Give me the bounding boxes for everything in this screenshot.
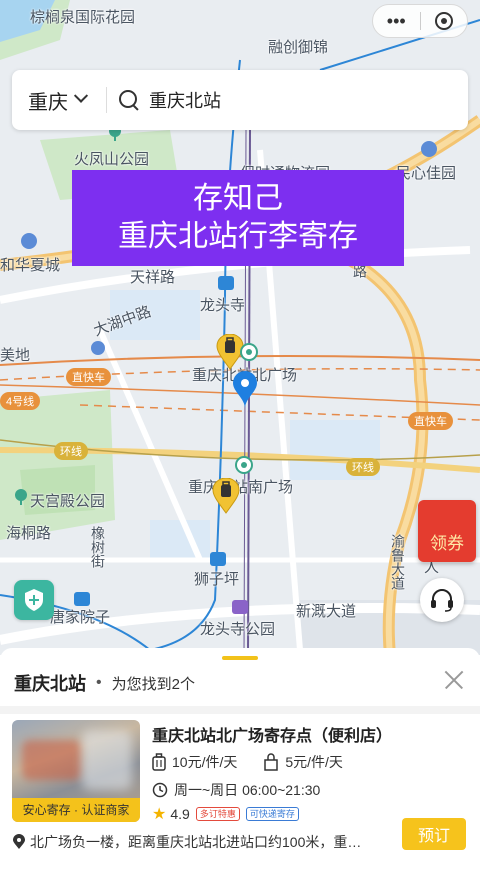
section-divider [0, 706, 480, 714]
promo-tag: 多订特惠 [195, 807, 240, 821]
map-label: 重庆北站南广场 [188, 479, 294, 496]
shield-icon [25, 589, 43, 611]
price-small-text: 5元/件/天 [285, 754, 343, 770]
map-label: 天祥路 [130, 269, 176, 286]
location-icon [13, 834, 25, 849]
metro-station-icon [210, 552, 226, 566]
map-label: 融创御锦 [268, 39, 329, 56]
place-icon [421, 141, 437, 157]
banner-subtitle: 重庆北站行李寄存 [118, 219, 358, 254]
service-tag: 可快递寄存 [245, 807, 299, 821]
place-icon [21, 233, 37, 249]
map-label: 天宫殿公园 [30, 493, 106, 510]
storage-marker-south[interactable] [212, 478, 240, 514]
price-large-text: 10元/件/天 [172, 754, 238, 770]
address-row: 北广场负一楼，距离重庆北站北进站口约100米，重… [12, 832, 372, 852]
price-small-luggage: 5元/件/天 [263, 752, 343, 772]
coupon-button[interactable]: 领券 [418, 500, 476, 562]
map-label: 和华夏城 [0, 257, 61, 274]
store-thumbnail: 安心寄存 · 认证商家 [12, 720, 140, 822]
close-miniprogram-icon[interactable] [421, 5, 468, 37]
rating-row: ★ 4.9 多订特惠 可快递寄存 [152, 804, 299, 824]
park-icon [15, 489, 27, 505]
more-icon[interactable]: ••• [373, 5, 420, 37]
business-hours: 周一~周日 06:00~21:30 [174, 782, 321, 798]
certified-badge: 安心寄存 · 认证商家 [12, 798, 140, 822]
hours-row: 周一~周日 06:00~21:30 [152, 780, 320, 800]
store-address: 北广场负一楼，距离重庆北站北进站口约100米，重… [30, 834, 362, 850]
headset-icon [431, 589, 453, 612]
map-label: 唐家院子 [50, 609, 111, 626]
safety-button[interactable] [14, 580, 54, 620]
customer-service-button[interactable] [420, 578, 464, 622]
road-badge: 环线 [54, 442, 88, 460]
place-icon [91, 341, 105, 355]
map-label: 民心佳园 [396, 165, 457, 182]
road-badge: 直快车 [66, 368, 111, 386]
price-row: 10元/件/天 5元/件/天 [152, 752, 369, 772]
miniprogram-capsule: ••• [372, 4, 468, 38]
map-view[interactable]: 棕榈泉国际花园 融创御锦 火凤山公园 保时通物流园 民心佳园 和华夏城 天祥路 … [0, 0, 480, 655]
store-card[interactable]: 安心寄存 · 认证商家 重庆北站北广场寄存点（便利店） 10元/件/天 5元/件… [0, 714, 480, 872]
results-count: 为您找到2个 [111, 675, 195, 693]
road-badge: 4号线 [0, 392, 41, 410]
map-label: 橡树街 [90, 526, 106, 568]
chevron-down-icon [73, 88, 89, 103]
store-name: 重庆北站北广场寄存点（便利店） [152, 728, 393, 745]
search-divider [106, 87, 107, 113]
metro-station-icon [235, 456, 253, 474]
city-selector[interactable]: 重庆 [28, 86, 89, 115]
map-label: 新溉大道 [296, 603, 357, 620]
promo-banner: 存知己 重庆北站行李寄存 [72, 170, 404, 266]
map-label: 火凤山公园 [74, 151, 150, 168]
search-icon [119, 90, 139, 110]
map-label: 渝鲁大道 [390, 534, 406, 590]
results-title: 重庆北站 [14, 674, 86, 694]
coupon-label: 领券 [430, 534, 464, 553]
current-location-pin-icon [233, 371, 257, 409]
metro-station-icon [232, 600, 248, 614]
star-icon: ★ [152, 806, 167, 823]
results-sheet: 重庆北站 • 为您找到2个 安心寄存 · 认证商家 重庆北站北广场寄存点（便利店… [0, 648, 480, 872]
rating-value: 4.9 [170, 806, 190, 822]
results-header: 重庆北站 • 为您找到2个 [14, 670, 195, 696]
road-badge: 环线 [346, 458, 380, 476]
book-button[interactable]: 预订 [402, 818, 466, 850]
metro-station-icon [74, 592, 90, 606]
bag-icon [264, 753, 279, 771]
metro-station-icon [240, 343, 258, 361]
search-input[interactable]: 重庆北站 [149, 87, 221, 113]
map-label: 棕榈泉国际花园 [30, 9, 136, 26]
map-label: 龙头寺公园 [200, 621, 276, 638]
banner-title: 存知己 [193, 181, 283, 216]
map-label: 美地 [0, 347, 31, 364]
sheet-drag-handle[interactable] [222, 656, 258, 660]
map-label: 龙头寺 [200, 297, 246, 314]
metro-station-icon [218, 276, 234, 290]
city-label: 重庆 [28, 91, 68, 114]
map-label: 海桐路 [6, 525, 52, 542]
road-badge: 直快车 [408, 412, 453, 430]
price-large-luggage: 10元/件/天 [152, 752, 237, 772]
clock-icon [152, 782, 168, 798]
map-label: 狮子坪 [194, 571, 240, 588]
search-bar: 重庆 重庆北站 [12, 70, 468, 130]
close-icon[interactable] [442, 668, 466, 692]
suitcase-icon [152, 753, 166, 771]
separator-dot: • [96, 674, 102, 691]
